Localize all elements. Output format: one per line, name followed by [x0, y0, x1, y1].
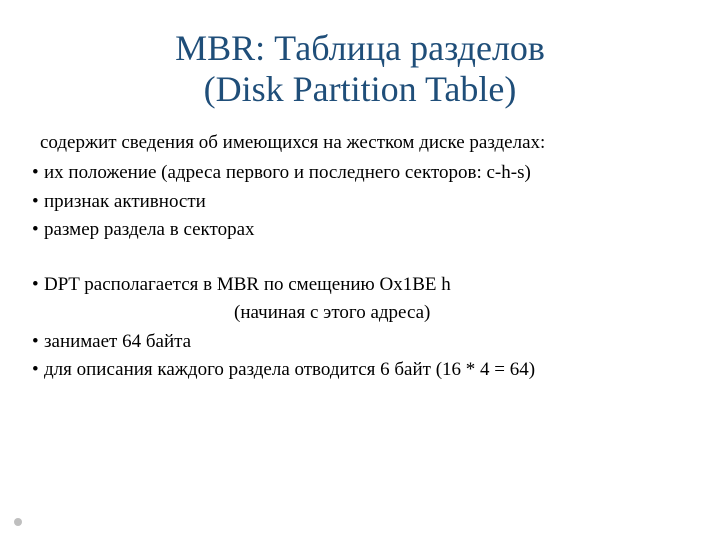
slide: MBR: Таблица разделов (Disk Partition Ta… [0, 0, 720, 540]
bullet-item: признак активности [30, 188, 690, 217]
spacer [30, 245, 690, 271]
bullet-list-a: их положение (адреса первого и последнег… [30, 159, 690, 245]
bullet-list-b: DPT располагается в MBR по смещению Ox1B… [30, 271, 690, 385]
bullet-item: занимает 64 байта [30, 328, 690, 357]
slide-title: MBR: Таблица разделов (Disk Partition Ta… [30, 28, 690, 111]
title-line-1: MBR: Таблица разделов [175, 28, 545, 68]
bullet-item: для описания каждого раздела отводится 6… [30, 356, 690, 385]
bullet-item: DPT располагается в MBR по смещению Ox1B… [30, 271, 690, 328]
decorative-dot-icon [14, 518, 22, 526]
bullet-item: их положение (адреса первого и последнег… [30, 159, 690, 188]
slide-body: содержит сведения об имеющихся на жестко… [30, 129, 690, 385]
title-line-2: (Disk Partition Table) [204, 69, 517, 109]
intro-text: содержит сведения об имеющихся на жестко… [40, 129, 690, 158]
bullet-subtext: (начиная с этого адреса) [234, 299, 690, 328]
bullet-item: размер раздела в секторах [30, 216, 690, 245]
bullet-text: DPT располагается в MBR по смещению Ox1B… [44, 274, 451, 295]
